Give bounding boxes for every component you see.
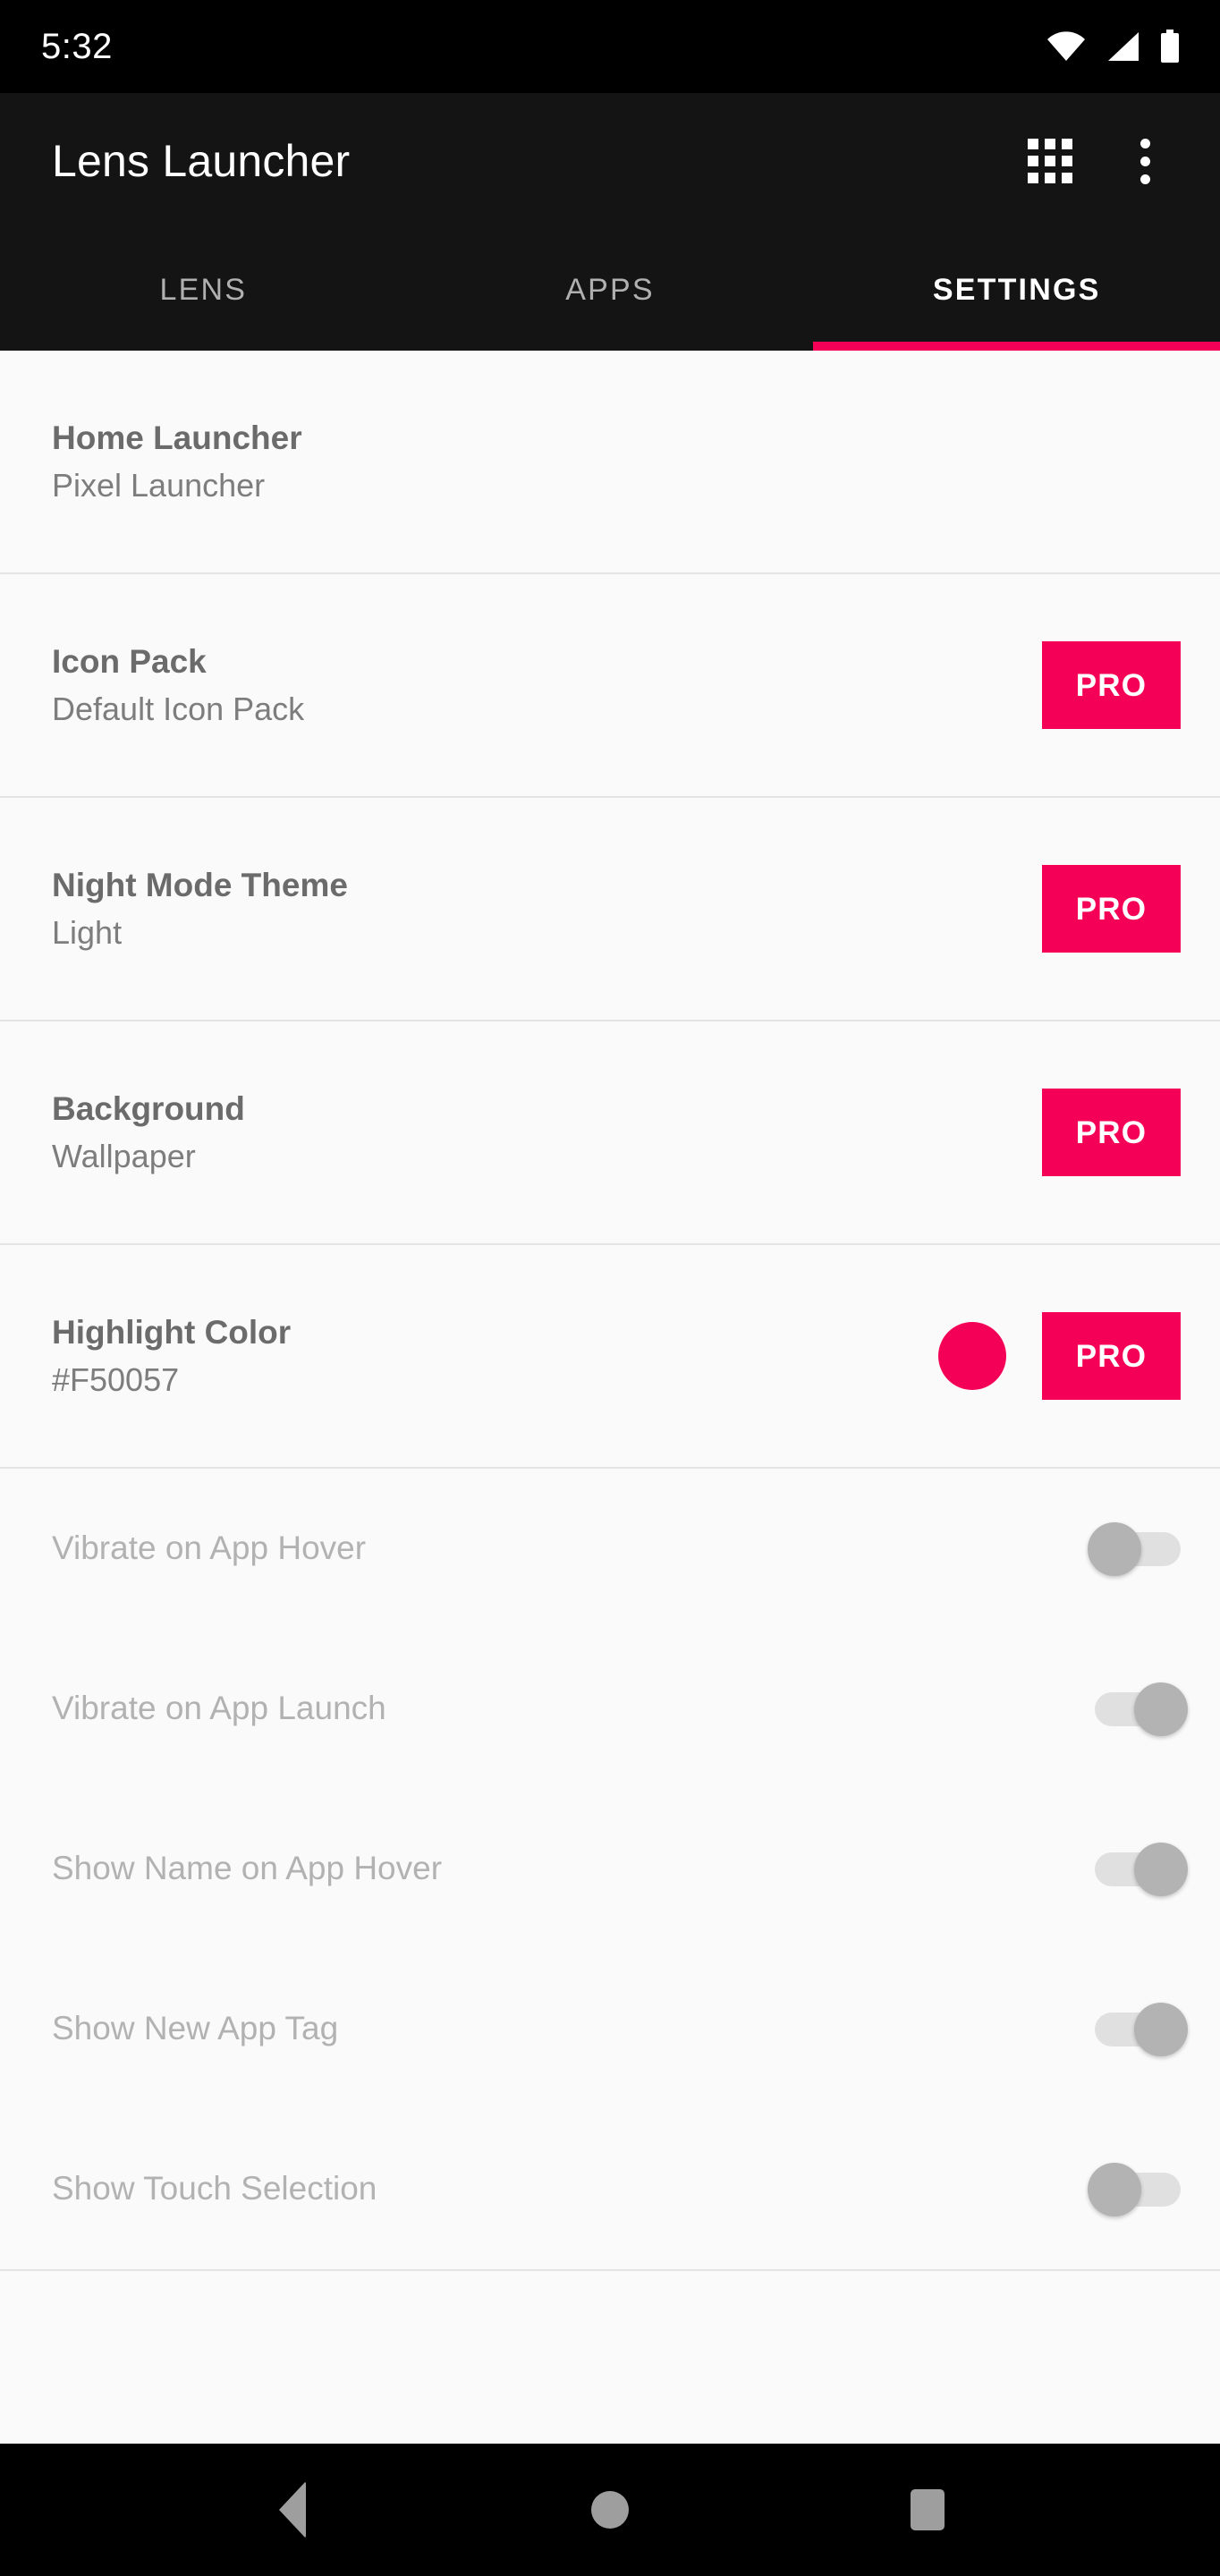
page-title: Lens Launcher bbox=[52, 136, 351, 186]
setting-title: Icon Pack bbox=[52, 642, 207, 680]
toolbar-actions bbox=[1007, 118, 1188, 204]
list-tail-space bbox=[0, 2271, 1220, 2348]
overflow-menu-icon bbox=[1140, 138, 1150, 184]
setting-accessory: PRO bbox=[1042, 641, 1181, 729]
pro-badge[interactable]: PRO bbox=[1042, 1089, 1181, 1176]
setting-title: Home Launcher bbox=[52, 419, 302, 456]
setting-row-background[interactable]: Background Wallpaper PRO bbox=[0, 1021, 1220, 1245]
setting-title: Night Mode Theme bbox=[52, 866, 348, 903]
setting-text: Show Touch Selection bbox=[52, 2170, 1095, 2207]
toggle-switch-show-new-app-tag[interactable] bbox=[1095, 2002, 1188, 2056]
apps-grid-button[interactable] bbox=[1007, 118, 1093, 204]
setting-accessory bbox=[1095, 1682, 1188, 1736]
setting-text: Highlight Color #F50057 bbox=[52, 1313, 938, 1398]
setting-row-home-launcher[interactable]: Home Launcher Pixel Launcher bbox=[0, 351, 1220, 574]
tab-lens-label: LENS bbox=[159, 273, 248, 307]
setting-row-show-new-app-tag[interactable]: Show New App Tag bbox=[0, 1949, 1220, 2109]
setting-text: Home Launcher Pixel Launcher bbox=[52, 419, 1181, 504]
tab-settings[interactable]: SETTINGS bbox=[813, 229, 1220, 351]
cellular-signal-icon bbox=[1106, 31, 1140, 62]
pro-badge[interactable]: PRO bbox=[1042, 865, 1181, 953]
switch-thumb bbox=[1134, 2002, 1188, 2056]
setting-text: Show Name on App Hover bbox=[52, 1850, 1095, 1887]
setting-accessory bbox=[1095, 2002, 1188, 2056]
setting-accessory bbox=[1095, 1842, 1188, 1896]
switch-thumb bbox=[1134, 1682, 1188, 1736]
setting-title: Highlight Color bbox=[52, 1313, 292, 1351]
setting-row-vibrate-on-app-hover[interactable]: Vibrate on App Hover bbox=[0, 1469, 1220, 1629]
setting-text: Vibrate on App Launch bbox=[52, 1690, 1095, 1727]
toggle-switch-show-name-on-app-hover[interactable] bbox=[1095, 1842, 1188, 1896]
status-bar-clock: 5:32 bbox=[41, 27, 113, 66]
setting-title: Background bbox=[52, 1089, 245, 1127]
tab-apps[interactable]: APPS bbox=[407, 229, 814, 351]
setting-text: Vibrate on App Hover bbox=[52, 1530, 1095, 1567]
tab-settings-label: SETTINGS bbox=[932, 273, 1101, 307]
switch-thumb bbox=[1134, 1842, 1188, 1896]
status-bar: 5:32 bbox=[0, 0, 1220, 93]
toggle-switch-vibrate-on-app-launch[interactable] bbox=[1095, 1682, 1188, 1736]
setting-row-show-name-on-app-hover[interactable]: Show Name on App Hover bbox=[0, 1789, 1220, 1949]
tab-lens[interactable]: LENS bbox=[0, 229, 407, 351]
setting-row-night-mode-theme[interactable]: Night Mode Theme Light PRO bbox=[0, 798, 1220, 1021]
toggle-switch-show-touch-selection[interactable] bbox=[1088, 2162, 1181, 2216]
home-button[interactable] bbox=[543, 2444, 677, 2576]
switch-thumb bbox=[1088, 1521, 1141, 1576]
switch-thumb bbox=[1088, 2162, 1141, 2216]
setting-summary: #F50057 bbox=[52, 1360, 180, 1398]
setting-summary: Default Icon Pack bbox=[52, 690, 305, 727]
back-triangle-icon bbox=[279, 2481, 307, 2538]
setting-summary: Light bbox=[52, 913, 123, 951]
setting-title: Show New App Tag bbox=[52, 2010, 339, 2047]
tab-active-indicator bbox=[813, 342, 1220, 351]
setting-text: Night Mode Theme Light bbox=[52, 866, 1042, 951]
setting-text: Background Wallpaper bbox=[52, 1089, 1042, 1174]
setting-text: Icon Pack Default Icon Pack bbox=[52, 642, 1042, 727]
setting-summary: Wallpaper bbox=[52, 1137, 196, 1174]
setting-row-icon-pack[interactable]: Icon Pack Default Icon Pack PRO bbox=[0, 574, 1220, 798]
apps-grid-icon bbox=[1028, 139, 1072, 183]
setting-accessory bbox=[1088, 2162, 1181, 2216]
back-button[interactable] bbox=[225, 2444, 360, 2576]
setting-row-show-touch-selection[interactable]: Show Touch Selection bbox=[0, 2109, 1220, 2269]
app-toolbar: Lens Launcher bbox=[0, 93, 1220, 229]
setting-title: Show Touch Selection bbox=[52, 2170, 377, 2207]
pro-badge[interactable]: PRO bbox=[1042, 641, 1181, 729]
setting-text: Show New App Tag bbox=[52, 2010, 1095, 2047]
tab-bar: LENS APPS SETTINGS bbox=[0, 229, 1220, 351]
setting-row-vibrate-on-app-launch[interactable]: Vibrate on App Launch bbox=[0, 1629, 1220, 1789]
setting-title: Vibrate on App Hover bbox=[52, 1530, 367, 1567]
highlight-color-swatch[interactable] bbox=[938, 1322, 1006, 1390]
setting-title: Show Name on App Hover bbox=[52, 1850, 443, 1887]
settings-list[interactable]: Home Launcher Pixel Launcher Icon Pack D… bbox=[0, 351, 1220, 2444]
tab-apps-label: APPS bbox=[565, 273, 655, 307]
system-navigation-bar bbox=[0, 2444, 1220, 2576]
status-bar-icons bbox=[1046, 30, 1181, 64]
wifi-icon bbox=[1046, 31, 1086, 62]
home-circle-icon bbox=[590, 2491, 629, 2529]
overflow-menu-button[interactable] bbox=[1102, 118, 1188, 204]
setting-summary: Pixel Launcher bbox=[52, 466, 266, 504]
setting-title: Vibrate on App Launch bbox=[52, 1690, 386, 1727]
setting-accessory bbox=[1088, 1521, 1181, 1576]
setting-accessory: PRO bbox=[1042, 865, 1181, 953]
recents-button[interactable] bbox=[860, 2444, 995, 2576]
setting-row-highlight-color[interactable]: Highlight Color #F50057 PRO bbox=[0, 1245, 1220, 1469]
pro-badge[interactable]: PRO bbox=[1042, 1312, 1181, 1400]
phone-screen: 5:32 Lens Launcher LENS APPS SETTINGS Ho… bbox=[0, 0, 1220, 2576]
toggle-switch-vibrate-on-app-hover[interactable] bbox=[1088, 1521, 1181, 1576]
setting-accessory: PRO bbox=[1042, 1089, 1181, 1176]
battery-icon bbox=[1159, 30, 1181, 64]
setting-accessory: PRO bbox=[938, 1312, 1181, 1400]
recents-square-icon bbox=[910, 2489, 945, 2530]
